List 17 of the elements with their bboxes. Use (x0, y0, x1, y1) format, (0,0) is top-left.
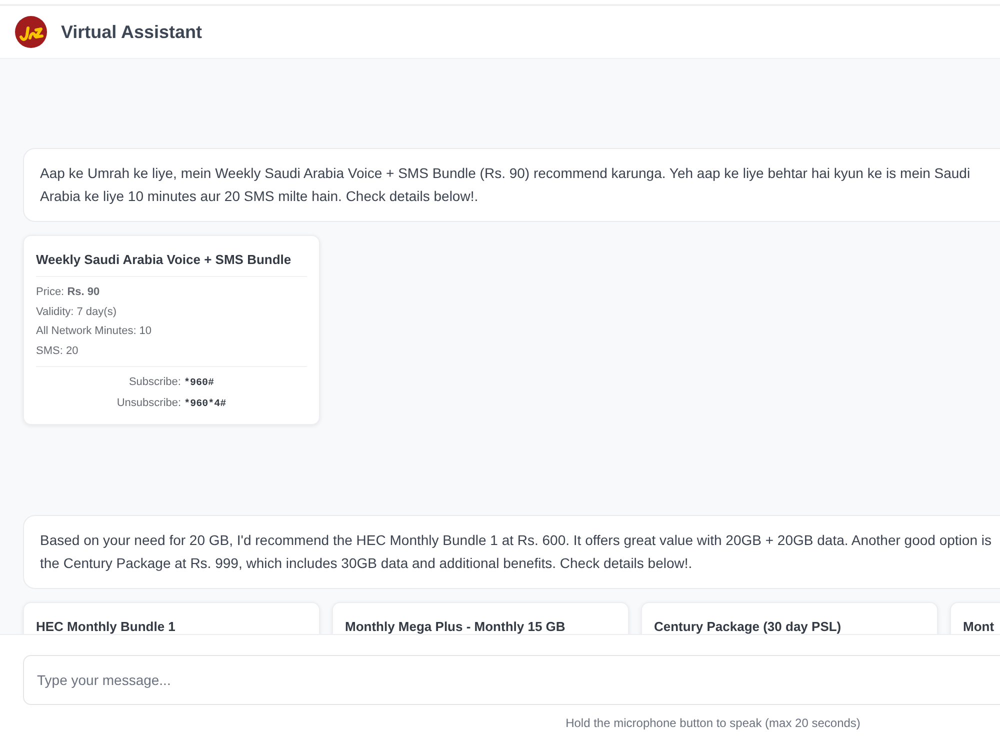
bundle-title: Mont (963, 619, 994, 634)
bundle-title: HEC Monthly Bundle 1 (36, 619, 176, 634)
message-input[interactable]: Type your message... (23, 655, 1000, 705)
ussd-code-line: Subscribe: *960# (128, 375, 214, 391)
logo-icon (15, 16, 47, 48)
assistant-message: Based on your need for 20 GB, I'd recommend the HEC Monthly Bundle 1 at Rs. 600. It offers great value with 20GB + 20GB data. Another good option is the Century Package at Rs. 999, which includes 30GB data and additional benefits. Check details below!. (23, 515, 1000, 589)
bundle-title: Weekly Saudi Arabia Voice + SMS Bundle (36, 252, 292, 267)
bundle-detail: Validity: 7 day(s) (36, 304, 116, 320)
ussd-code-line: Unsubscribe: *960*4# (116, 396, 226, 412)
bundle-detail: Price: Rs. 90 (36, 285, 100, 300)
bundle-detail: SMS: 20 (36, 344, 78, 358)
bundle-title: Monthly Mega Plus - Monthly 15 GB (345, 619, 566, 634)
bundle-detail: All Network Minutes: 10 (36, 324, 152, 339)
assistant-message: Aap ke Umrah ke liye, mein Weekly Saudi Arabia Voice + SMS Bundle (Rs. 90) recommend karunga. Yeh aap ke liye behtar hai kyun ke is mein Saudi Arabia ke liye 10 minutes aur 20 SMS milte hain. Check details below!. (23, 148, 1000, 222)
voice-hint: Hold the microphone button to speak (max 20 seconds) (566, 715, 860, 731)
app-title: Virtual Assistant (61, 20, 202, 44)
bundle-title: Century Package (30 day PSL) (654, 619, 842, 634)
